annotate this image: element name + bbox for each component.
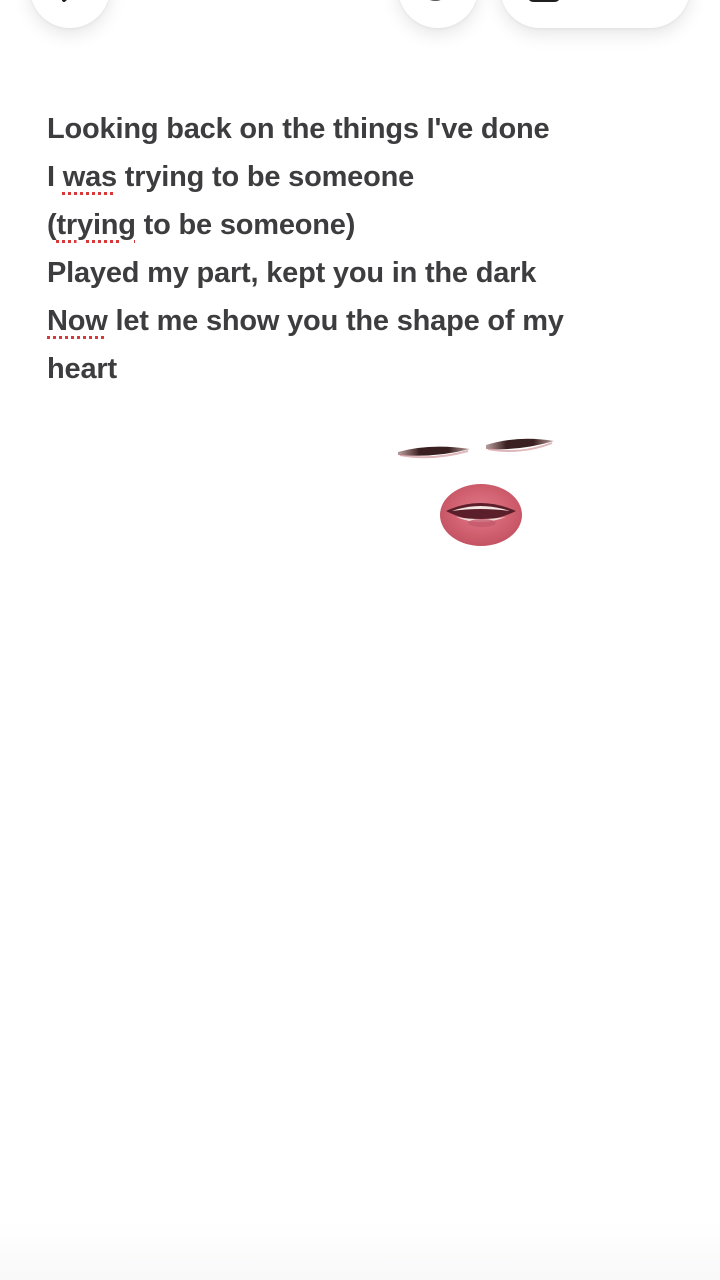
chevron-left-icon xyxy=(62,0,67,2)
note-text: I xyxy=(47,161,63,193)
misspelled-word: Now xyxy=(47,305,108,337)
note-line: Now let me show you the shape of my xyxy=(47,297,667,345)
share-button[interactable] xyxy=(500,0,690,28)
note-toolbar xyxy=(0,0,720,70)
note-line: heart xyxy=(47,345,667,393)
note-text: Played my part, kept you in the dark xyxy=(47,257,537,289)
note-line: Looking back on the things I've done xyxy=(47,105,667,153)
mouth xyxy=(440,484,522,546)
note-text: Looking back on the things I've done xyxy=(47,113,550,145)
note-line: (trying to be someone) xyxy=(47,201,667,249)
note-line: Played my part, kept you in the dark xyxy=(47,249,667,297)
note-text: heart xyxy=(47,353,117,385)
share-icon xyxy=(529,0,559,2)
note-text: trying to be someone xyxy=(116,161,415,193)
note-text: to be someone) xyxy=(135,209,356,241)
bottom-fade xyxy=(0,1220,720,1280)
back-button[interactable] xyxy=(30,0,110,28)
left-eye xyxy=(398,446,470,459)
misspelled-word: trying xyxy=(56,209,136,241)
misspelled-word: was xyxy=(62,161,117,193)
note-text: let me show you the shape of my xyxy=(107,305,564,337)
redo-button[interactable] xyxy=(398,0,478,28)
face-sticker xyxy=(398,438,554,546)
redo-icon xyxy=(429,0,441,1)
note-line: I was trying to be someone xyxy=(47,153,667,201)
right-eye xyxy=(486,438,554,452)
note-body[interactable]: Looking back on the things I've done I wa… xyxy=(47,105,667,393)
